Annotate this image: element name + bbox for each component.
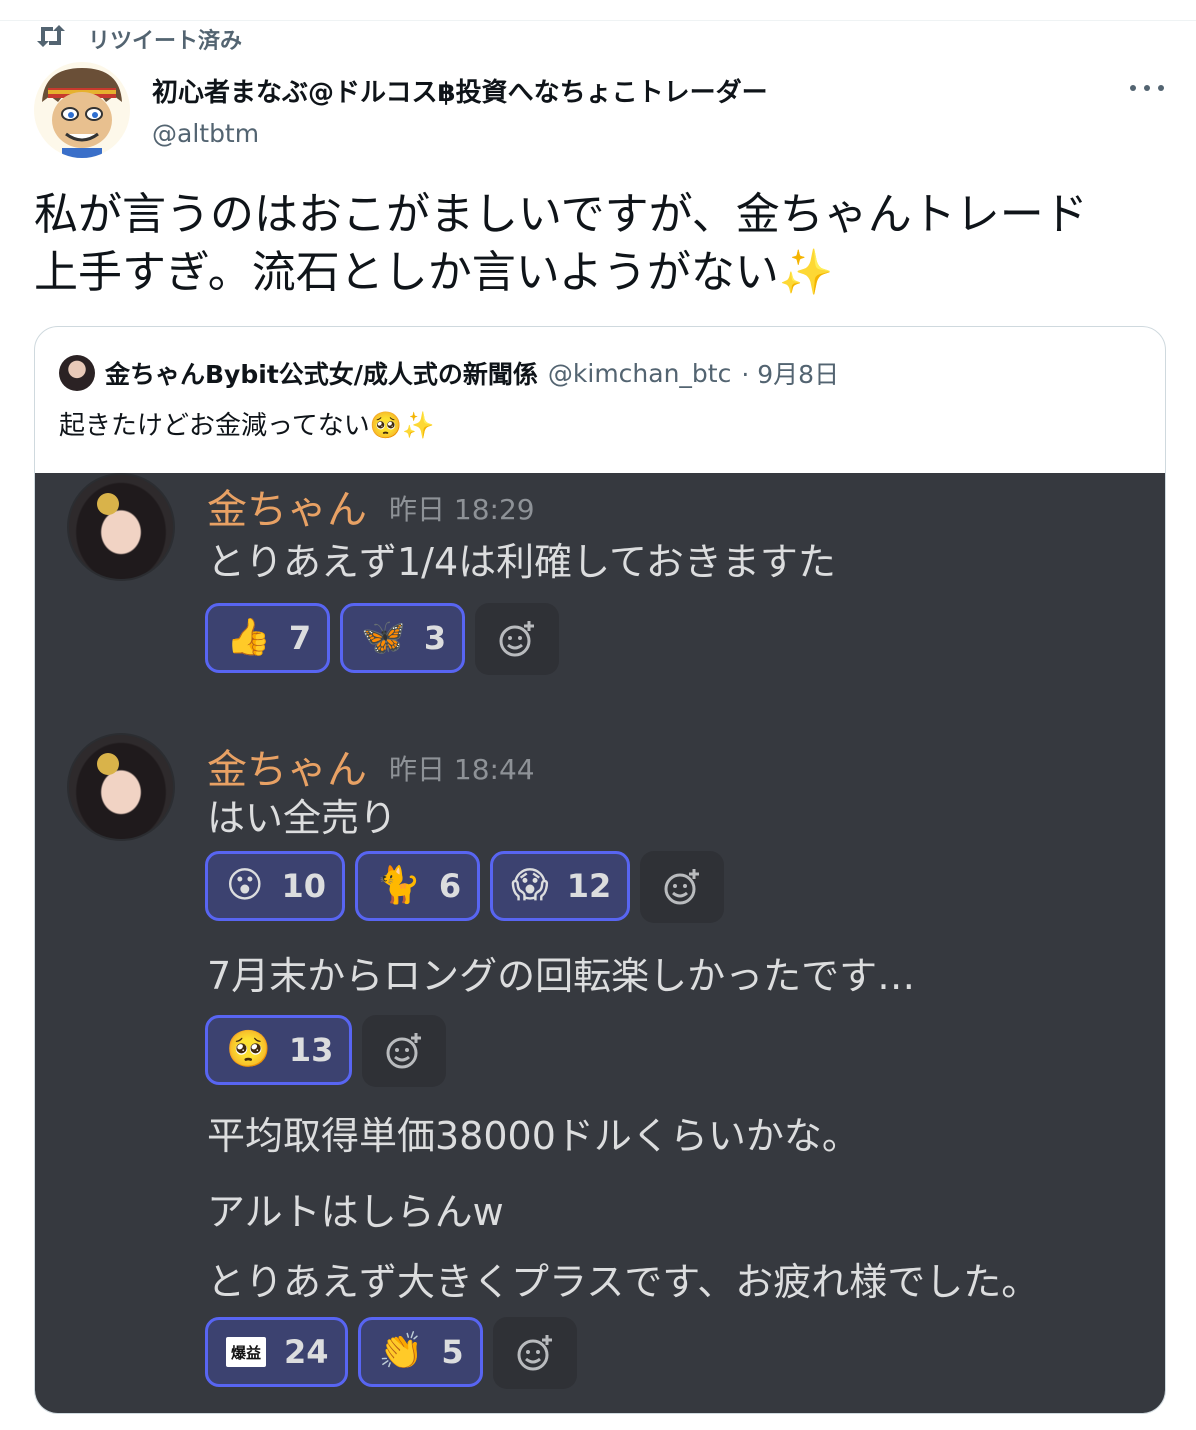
retweet-indicator[interactable]: リツイート済み — [36, 24, 242, 54]
reaction-pleading[interactable]: 🥺 13 — [205, 1015, 353, 1085]
screaming-face-icon: 😱 — [511, 865, 549, 906]
surprised-face-icon: 😮 — [226, 865, 264, 906]
reaction-row: 👍 7 🦋 3 — [205, 603, 560, 675]
reaction-count: 24 — [284, 1333, 329, 1371]
butterfly-icon: 🦋 — [361, 617, 406, 658]
quoted-tweet[interactable]: 金ちゃんBybit公式女/成人式の新聞係 @kimchan_btc · 9月8日… — [34, 326, 1166, 1414]
sparkle-icon: ✨ — [402, 411, 435, 441]
more-options-icon[interactable] — [1130, 74, 1164, 102]
discord-timestamp: 昨日 18:29 — [389, 493, 535, 526]
quoted-tweet-header: 金ちゃんBybit公式女/成人式の新聞係 @kimchan_btc · 9月8日 — [59, 355, 839, 391]
reaction-bakueki[interactable]: 爆益 24 — [205, 1317, 348, 1387]
discord-message-text: 7月末からロングの回転楽しかったです… — [207, 954, 916, 998]
thumbs-up-icon: 👍 — [226, 617, 271, 658]
discord-screenshot: 金ちゃん 昨日 18:29 とりあえず1/4は利確しておきますた 👍 7 🦋 3 … — [35, 473, 1165, 1413]
reaction-cat[interactable]: 🐈 6 — [355, 851, 481, 921]
reaction-count: 7 — [288, 619, 312, 657]
discord-message-text: はい全売り — [207, 796, 398, 840]
quoted-author-avatar — [59, 355, 95, 391]
add-reaction-icon — [664, 869, 700, 905]
pleading-face-icon: 🥺 — [226, 1029, 271, 1070]
tweet-text: 私が言うのはおこがましいですが、金ちゃんトレード 上手すぎ。流石としか言いようが… — [34, 186, 1164, 302]
reaction-count: 5 — [441, 1333, 464, 1371]
quoted-text-body: 起きたけどお金減ってない — [59, 411, 370, 441]
add-reaction-icon — [517, 1335, 552, 1371]
reaction-clap[interactable]: 👏 5 — [357, 1317, 483, 1387]
discord-message-header: 金ちゃん 昨日 18:29 — [207, 477, 535, 535]
reaction-screaming[interactable]: 😱 12 — [490, 851, 631, 921]
reaction-butterfly[interactable]: 🦋 3 — [340, 603, 466, 673]
reaction-count: 10 — [281, 867, 327, 905]
reaction-count: 13 — [288, 1031, 334, 1069]
clapping-hands-icon: 👏 — [378, 1331, 424, 1372]
retweet-icon — [36, 23, 66, 55]
add-reaction-button[interactable] — [362, 1015, 447, 1087]
top-divider — [0, 20, 1196, 21]
discord-timestamp: 昨日 18:44 — [389, 753, 535, 786]
discord-message-text: アルトはしらんw — [207, 1190, 504, 1234]
author-name[interactable]: 初心者まなぶ@ドルコス฿投資へなちょこトレーダー — [152, 72, 768, 109]
author-avatar[interactable] — [34, 62, 130, 158]
tweet-line-2: 上手すぎ。流石としか言いようがない — [34, 247, 779, 298]
reaction-row: 😮 10 🐈 6 😱 12 — [205, 851, 725, 923]
author-handle[interactable]: @altbtm — [152, 119, 768, 148]
discord-avatar — [67, 473, 175, 581]
add-reaction-button[interactable] — [475, 603, 560, 675]
bakueki-emoji-icon: 爆益 — [226, 1337, 266, 1367]
discord-username: 金ちゃん — [207, 487, 367, 533]
author-block[interactable]: 初心者まなぶ@ドルコス฿投資へなちょこトレーダー @altbtm — [152, 72, 768, 148]
quoted-author-name: 金ちゃんBybit公式女/成人式の新聞係 — [105, 360, 538, 389]
discord-avatar — [67, 733, 175, 841]
reaction-thumbs-up[interactable]: 👍 7 — [205, 603, 331, 673]
quoted-tweet-date: · 9月8日 — [741, 360, 840, 389]
add-reaction-icon — [499, 621, 535, 657]
discord-message-text: とりあえず大きくプラスです、お疲れ様でした。 — [207, 1260, 1040, 1304]
reaction-row: 爆益 24 👏 5 — [205, 1317, 577, 1389]
reaction-count: 3 — [423, 619, 447, 657]
sparkle-icon: ✨ — [778, 247, 834, 298]
quoted-author-handle: @kimchan_btc — [547, 358, 732, 388]
add-reaction-icon — [386, 1033, 422, 1069]
pleading-face-icon: 🥺 — [369, 411, 403, 441]
reaction-count: 12 — [566, 867, 612, 905]
discord-message-text: 平均取得単価38000ドルくらいかな。 — [207, 1114, 860, 1158]
add-reaction-button[interactable] — [640, 851, 725, 923]
quoted-tweet-text: 起きたけどお金減ってない🥺✨ — [59, 405, 434, 442]
add-reaction-button[interactable] — [492, 1317, 577, 1389]
reaction-row: 🥺 13 — [205, 1015, 447, 1087]
tweet-line-1: 私が言うのはおこがましいですが、金ちゃんトレード — [34, 189, 1088, 240]
discord-message-text: とりあえず1/4は利確しておきますた — [207, 540, 836, 584]
reaction-surprised[interactable]: 😮 10 — [205, 851, 346, 921]
reaction-count: 6 — [438, 867, 462, 905]
retweet-label: リツイート済み — [88, 29, 243, 54]
cat-icon: 🐈 — [376, 865, 421, 906]
